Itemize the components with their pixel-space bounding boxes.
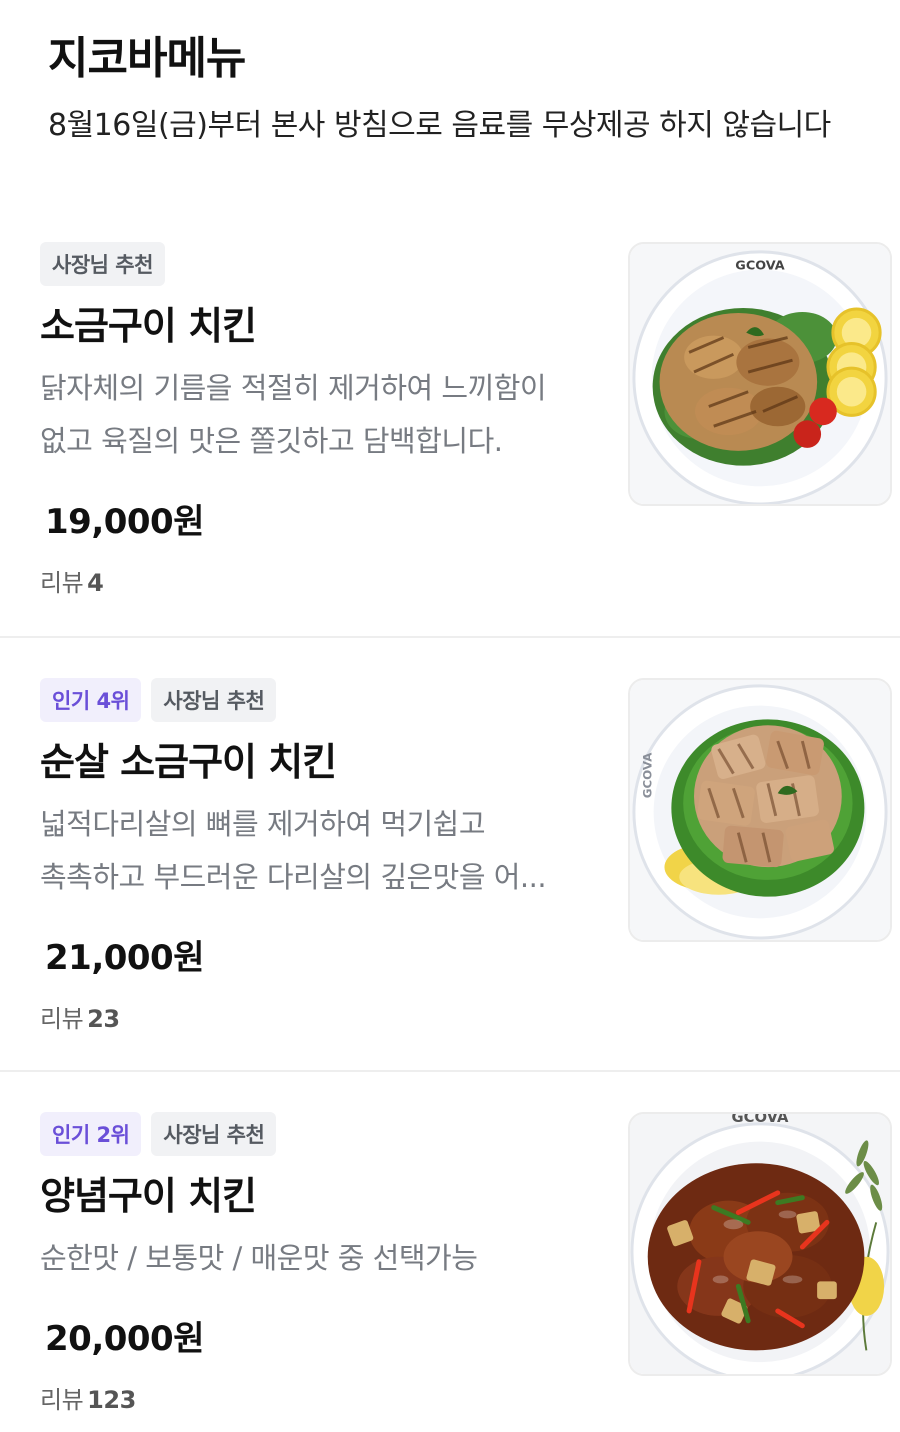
review-count: 4 [87,569,104,597]
plate-brand-text: GCOVA [732,1114,790,1126]
section-title: 지코바메뉴 [48,33,246,84]
description-line: 없고 육질의 맛은 쫄깃하고 담백합니다. [40,424,503,458]
description-line: 순한맛 / 보통맛 / 매운맛 중 선택가능 [40,1241,478,1275]
review-label: 리뷰 [40,1005,84,1033]
plate-brand-text: GCOVA [641,752,655,798]
menu-item[interactable]: 인기 2위 사장님 추천 양념구이 치킨 순한맛 / 보통맛 / 매운맛 중 선… [0,1112,900,1432]
review-info: 리뷰 4 [40,563,610,598]
popularity-rank-badge: 인기 4위 [40,678,142,722]
menu-item-description: 넓적다리살의 뼈를 제거하여 먹기쉽고 촉촉하고 부드러운 다리살의 깊은맛을 … [40,798,610,904]
menu-item-price: 20,000원 [45,1319,204,1359]
menu-item-image[interactable]: GCOVA [628,678,892,942]
menu-page: 지코바메뉴 8월16일(금)부터 본사 방침으로 음료를 무상제공 하지 않습니… [0,0,900,1432]
owner-recommend-badge: 사장님 추천 [151,1112,277,1156]
salt-grilled-chicken-image: GCOVA [630,244,890,504]
menu-item-info: 인기 4위 사장님 추천 순살 소금구이 치킨 넓적다리살의 뼈를 제거하여 먹… [40,678,610,1034]
description-line: 촉촉하고 부드러운 다리살의 깊은맛을 어... [40,860,547,894]
menu-item-price: 19,000원 [45,502,204,542]
review-info: 리뷰 23 [40,999,610,1034]
badge-list: 사장님 추천 [40,242,610,286]
menu-item-info: 사장님 추천 소금구이 치킨 닭자체의 기름을 적절히 제거하여 느끼함이 없고… [40,242,610,598]
menu-item-description: 순한맛 / 보통맛 / 매운맛 중 선택가능 [40,1232,610,1285]
section-divider [0,636,900,638]
popularity-rank-badge: 인기 2위 [40,1112,142,1156]
review-label: 리뷰 [40,1386,84,1414]
review-count: 23 [87,1005,120,1033]
badge-list: 인기 2위 사장님 추천 [40,1112,610,1156]
menu-item-image[interactable]: GCOVA [628,1112,892,1376]
menu-item[interactable]: 인기 4위 사장님 추천 순살 소금구이 치킨 넓적다리살의 뼈를 제거하여 먹… [0,678,900,1038]
boneless-salt-grilled-chicken-image: GCOVA [630,680,890,940]
review-info: 리뷰 123 [40,1380,610,1415]
menu-item-price: 21,000원 [45,938,204,978]
review-count: 123 [87,1386,136,1414]
menu-item-info: 인기 2위 사장님 추천 양념구이 치킨 순한맛 / 보통맛 / 매운맛 중 선… [40,1112,610,1415]
spicy-grilled-chicken-image: GCOVA [630,1114,890,1374]
menu-item-name: 소금구이 치킨 [40,304,257,348]
description-line: 넓적다리살의 뼈를 제거하여 먹기쉽고 [40,807,486,841]
menu-item-name: 순살 소금구이 치킨 [40,740,337,784]
section-divider [0,1070,900,1072]
notice-text: 8월16일(금)부터 본사 방침으로 음료를 무상제공 하지 않습니다 [48,108,831,143]
owner-recommend-badge: 사장님 추천 [151,678,277,722]
menu-item-description: 닭자체의 기름을 적절히 제거하여 느끼함이 없고 육질의 맛은 쫄깃하고 담백… [40,362,610,468]
review-label: 리뷰 [40,569,84,597]
owner-recommend-badge: 사장님 추천 [40,242,165,286]
description-line: 닭자체의 기름을 적절히 제거하여 느끼함이 [40,371,547,405]
menu-item[interactable]: 사장님 추천 소금구이 치킨 닭자체의 기름을 적절히 제거하여 느끼함이 없고… [0,242,900,602]
badge-list: 인기 4위 사장님 추천 [40,678,610,722]
menu-item-image[interactable]: GCOVA [628,242,892,506]
menu-item-name: 양념구이 치킨 [40,1174,257,1218]
plate-brand-text: GCOVA [735,259,784,274]
